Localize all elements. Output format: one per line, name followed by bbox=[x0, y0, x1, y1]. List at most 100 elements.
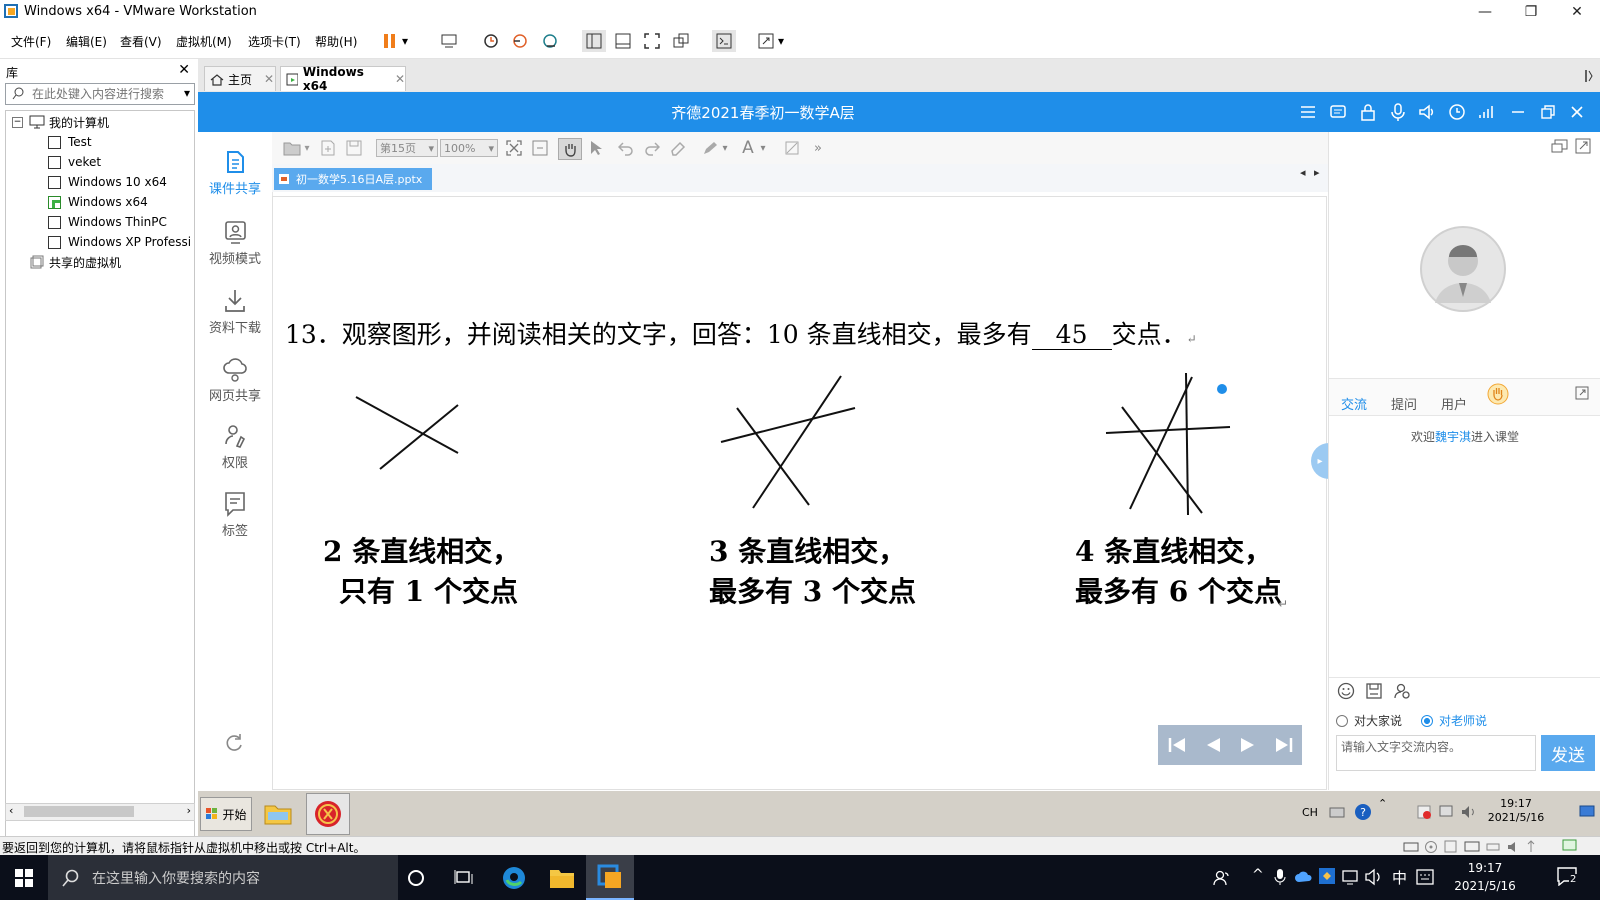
undo-icon[interactable] bbox=[616, 138, 636, 158]
tab-users[interactable]: 用户 bbox=[1441, 394, 1467, 413]
sound-card-icon[interactable] bbox=[1506, 840, 1520, 853]
guest-clock[interactable]: 19:17 2021/5/16 bbox=[1480, 797, 1552, 825]
usb-icon[interactable] bbox=[1526, 840, 1536, 853]
text-tool-icon[interactable]: A bbox=[738, 138, 758, 158]
minimize-button[interactable]: — bbox=[1462, 0, 1508, 24]
hand-tool-icon[interactable] bbox=[558, 138, 582, 160]
next-slide-icon[interactable] bbox=[1239, 736, 1257, 754]
pen-icon[interactable] bbox=[700, 138, 720, 158]
taskbar-explorer[interactable] bbox=[260, 795, 296, 831]
tab-chat[interactable]: 交流 bbox=[1341, 394, 1367, 413]
zoom-select[interactable]: 100% ▾ bbox=[440, 139, 498, 157]
snapshot-icon[interactable] bbox=[479, 30, 503, 52]
chevron-down-icon[interactable]: ▾ bbox=[398, 30, 412, 52]
hard-disk-icon[interactable] bbox=[1403, 840, 1419, 853]
menu-view[interactable]: 查看(V) bbox=[120, 33, 162, 50]
library-scrollbar[interactable]: ‹ › bbox=[5, 803, 195, 821]
menu-edit[interactable]: 编辑(E) bbox=[66, 33, 107, 50]
scroll-right-icon[interactable]: › bbox=[187, 804, 191, 817]
host-search-box[interactable]: 在这里输入你要搜索的内容 bbox=[48, 855, 398, 900]
display-icon[interactable] bbox=[1438, 804, 1454, 820]
ime-settings-icon[interactable] bbox=[1416, 868, 1434, 886]
tab-home[interactable]: 主页 ✕ bbox=[204, 66, 276, 91]
tab-menu-icon[interactable] bbox=[1582, 61, 1596, 91]
tree-item-vm[interactable]: Windows ThinPC bbox=[48, 213, 167, 231]
collapse-icon[interactable]: − bbox=[12, 116, 23, 128]
more-icon[interactable]: » bbox=[808, 138, 828, 158]
radio-button-checked[interactable] bbox=[1421, 714, 1433, 727]
taskbar-classroom-app[interactable] bbox=[306, 793, 350, 835]
language-indicator[interactable]: CH bbox=[1302, 806, 1318, 819]
app-tray-icon[interactable] bbox=[1318, 867, 1336, 885]
tree-item-my-computer[interactable]: − 我的计算机 bbox=[12, 113, 109, 131]
tab-question[interactable]: 提问 bbox=[1391, 394, 1417, 413]
menu-tabs[interactable]: 选项卡(T) bbox=[248, 33, 301, 50]
last-slide-icon[interactable] bbox=[1274, 736, 1294, 754]
floppy-icon[interactable] bbox=[1444, 840, 1458, 853]
nav-bookmark[interactable]: 标签 bbox=[198, 490, 272, 539]
close-icon[interactable]: ✕ bbox=[264, 72, 274, 86]
nav-permission[interactable]: 权限 bbox=[198, 422, 272, 471]
printer-icon[interactable] bbox=[1486, 840, 1500, 853]
fit-screen-icon[interactable] bbox=[504, 138, 524, 158]
taskbar-vmware[interactable] bbox=[586, 855, 634, 900]
popout-icon[interactable] bbox=[1575, 138, 1591, 154]
nav-video-mode[interactable]: 视频模式 bbox=[198, 218, 272, 267]
user-settings-icon[interactable] bbox=[1393, 682, 1411, 700]
tray-expand-icon[interactable]: ⌃ bbox=[1378, 797, 1387, 810]
chevron-down-icon[interactable]: ▾ bbox=[758, 138, 768, 158]
open-folder-icon[interactable] bbox=[282, 138, 302, 158]
network-icon[interactable] bbox=[1328, 804, 1346, 820]
prev-slide-icon[interactable] bbox=[1204, 736, 1222, 754]
tree-item-vm[interactable]: Windows 10 x64 bbox=[48, 173, 167, 191]
cloud-icon[interactable] bbox=[1294, 868, 1314, 886]
show-library-icon[interactable] bbox=[582, 30, 606, 52]
page-select[interactable]: 第15页 ▾ bbox=[376, 139, 438, 157]
radio-button[interactable] bbox=[1336, 714, 1348, 727]
clock-icon[interactable] bbox=[1447, 102, 1467, 122]
refresh-icon[interactable] bbox=[223, 732, 245, 754]
nav-web-share[interactable]: 网页共享 bbox=[198, 355, 272, 404]
nav-download[interactable]: 资料下载 bbox=[198, 287, 272, 336]
ime-indicator[interactable]: 中 bbox=[1392, 867, 1407, 888]
chat-input[interactable]: 请输入文字交流内容。 bbox=[1336, 735, 1536, 771]
tree-item-vm-running[interactable]: Windows x64 bbox=[48, 193, 148, 211]
library-search[interactable]: ▾ bbox=[5, 83, 195, 105]
network-adapter-icon[interactable] bbox=[1464, 840, 1480, 853]
microphone-icon[interactable] bbox=[1388, 102, 1408, 122]
network-icon[interactable] bbox=[1342, 868, 1360, 886]
unity-icon[interactable] bbox=[669, 30, 693, 52]
fit-width-icon[interactable] bbox=[530, 138, 550, 158]
close-icon[interactable] bbox=[1567, 102, 1587, 122]
expand-panel-icon[interactable]: ▸ bbox=[1311, 443, 1329, 479]
security-icon[interactable] bbox=[1416, 804, 1432, 820]
people-icon[interactable] bbox=[1212, 868, 1232, 888]
menu-help[interactable]: 帮助(H) bbox=[315, 33, 357, 50]
taskbar-file-explorer[interactable] bbox=[538, 855, 586, 900]
document-tab[interactable]: 初一数学5.16日A层.pptx bbox=[274, 168, 433, 190]
speaker-icon[interactable] bbox=[1417, 102, 1437, 122]
chat-bubble-icon[interactable] bbox=[1328, 102, 1348, 122]
thumbnail-bar-icon[interactable] bbox=[611, 30, 635, 52]
minimize-icon[interactable] bbox=[1508, 102, 1528, 122]
chevron-down-icon[interactable]: ▾ bbox=[774, 30, 788, 52]
signal-icon[interactable] bbox=[1476, 102, 1496, 122]
library-search-input[interactable] bbox=[30, 85, 174, 103]
chevron-down-icon[interactable]: ▾ bbox=[302, 138, 312, 158]
slide-canvas[interactable]: 13．观察图形，并阅读相关的文字，回答：10 条直线相交，最多有 45 交点．↵ 2… bbox=[272, 196, 1329, 790]
raise-hand-icon[interactable] bbox=[1487, 383, 1509, 405]
message-log-icon[interactable] bbox=[1562, 839, 1578, 853]
tree-item-vm[interactable]: veket bbox=[48, 153, 101, 171]
tab-scroll-right-icon[interactable]: ▸ bbox=[1314, 166, 1320, 179]
task-view-button[interactable] bbox=[440, 855, 488, 900]
console-view-icon[interactable] bbox=[712, 30, 736, 52]
cd-icon[interactable] bbox=[1424, 840, 1438, 853]
scrollbar-thumb[interactable] bbox=[24, 806, 134, 817]
save-chat-icon[interactable] bbox=[1365, 682, 1383, 700]
popout-icon[interactable] bbox=[1575, 386, 1589, 400]
close-icon[interactable]: ✕ bbox=[178, 62, 190, 78]
send-ctrl-alt-del-icon[interactable] bbox=[437, 30, 461, 52]
taskbar-edge[interactable] bbox=[490, 855, 538, 900]
snapshot-manager-icon[interactable] bbox=[538, 30, 562, 52]
tree-item-vm[interactable]: Test bbox=[48, 133, 92, 151]
